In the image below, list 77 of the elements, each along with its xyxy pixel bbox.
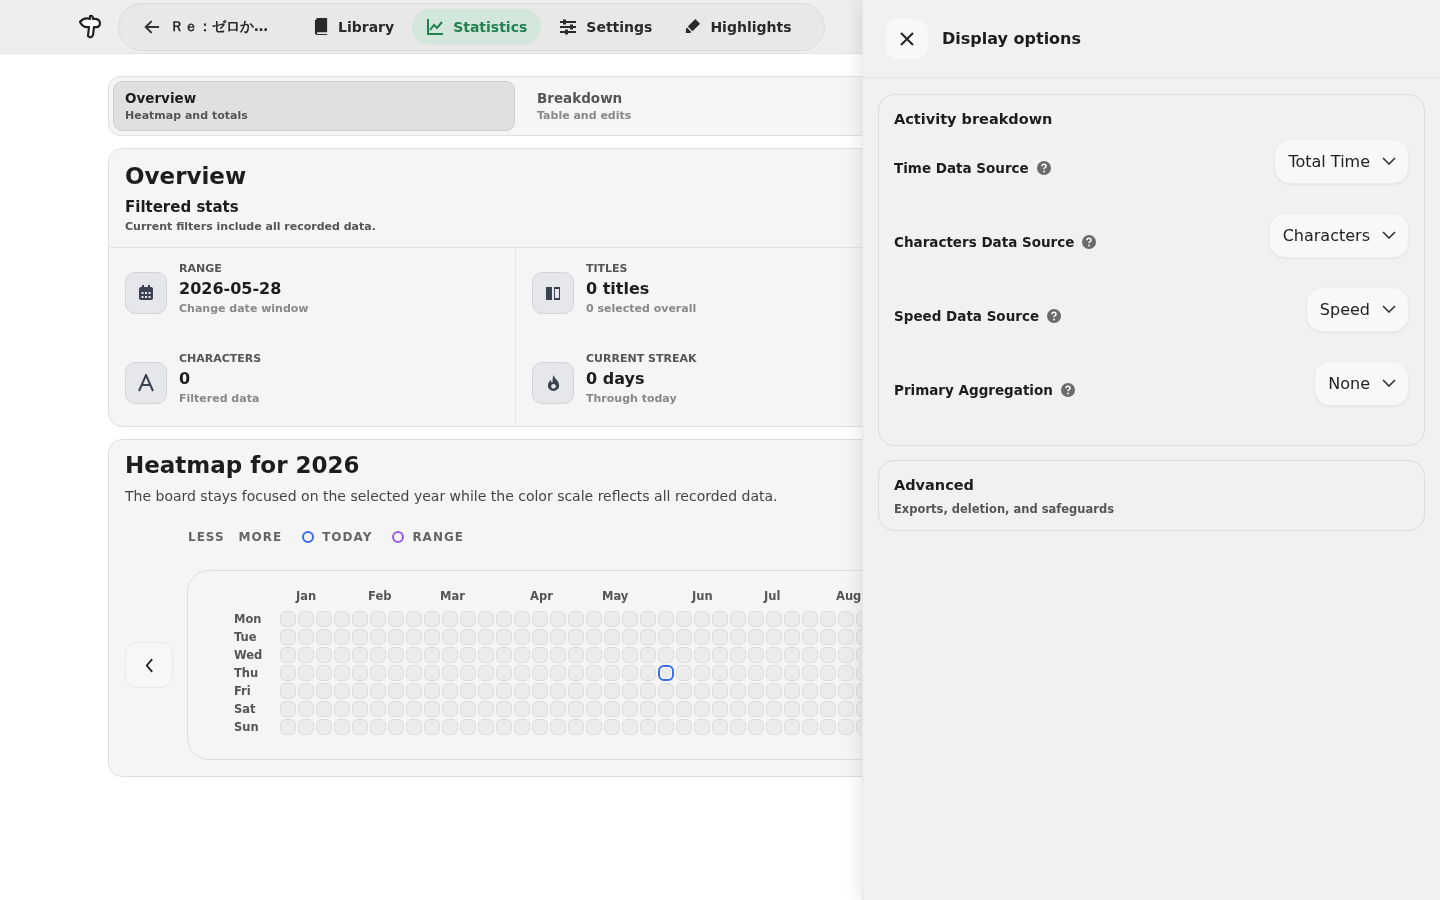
open-book-icon: [545, 285, 561, 301]
letter-a-icon: [137, 374, 155, 392]
chevron-down-icon: [1382, 379, 1396, 387]
view-tab[interactable]: Overview Heatmap and totals: [113, 81, 515, 131]
stat-value: 2026-05-28: [179, 279, 283, 298]
help-icon[interactable]: [1082, 235, 1097, 249]
help-icon[interactable]: [1036, 161, 1051, 175]
back-button[interactable]: Ｒｅ：ゼロか…: [129, 8, 282, 45]
overview-title: Overview: [125, 163, 248, 189]
month-label: Jun: [692, 589, 714, 605]
calendar-icon: [138, 285, 154, 301]
chevron-down-icon: [1382, 157, 1396, 165]
weekday-label: Wed: [234, 647, 264, 663]
legend-label: RANGE: [412, 530, 464, 544]
line-chart-icon: [426, 17, 445, 36]
month-label: Feb: [368, 589, 393, 605]
legend-label: MORE: [238, 530, 283, 544]
weekday-label: Tue: [234, 629, 258, 645]
nav-tab[interactable]: Settings: [545, 9, 667, 44]
chevron-down-icon: [1382, 305, 1396, 313]
weekday-label: Thu: [234, 665, 260, 681]
section-subtitle: Exports, deletion, and safeguards: [894, 502, 1115, 516]
month-label: Aug: [836, 589, 862, 605]
logo-icon[interactable]: [76, 12, 104, 41]
option-label: Primary Aggregation: [894, 382, 1053, 398]
month-label: Jul: [764, 589, 782, 605]
filter-note: Current filters include all recorded data.: [125, 220, 377, 233]
heatmap-title: Heatmap for 2026: [125, 452, 361, 478]
nav-tab[interactable]: Highlights: [670, 9, 806, 44]
chevron-left-icon: [144, 657, 154, 673]
weekday-label: Mon: [234, 611, 263, 627]
month-label: Apr: [530, 589, 554, 605]
stat-label: TITLES: [586, 262, 629, 275]
stat-caption: 0 selected overall: [586, 302, 697, 315]
month-label: May: [602, 589, 630, 605]
nav-tab[interactable]: Statistics: [412, 8, 542, 45]
flame-icon: [545, 374, 561, 392]
stat-label: CURRENT STREAK: [586, 352, 697, 365]
section-title: Advanced: [894, 477, 975, 493]
book-icon: [314, 18, 329, 35]
legend-label: LESS: [188, 530, 225, 544]
month-label: Jan: [296, 589, 318, 605]
panel-title: Display options: [942, 29, 1081, 48]
stat-value: 0: [179, 369, 192, 388]
help-icon[interactable]: [1060, 383, 1075, 397]
stat-value: 0 titles: [586, 279, 651, 298]
month-label: Mar: [440, 589, 466, 605]
stat-caption: Change date window: [179, 302, 309, 315]
nav-tab[interactable]: Library: [300, 9, 409, 44]
weekday-label: Fri: [234, 683, 252, 699]
section-title: Activity breakdown: [894, 111, 1054, 127]
overview-subtitle: Filtered stats: [125, 198, 240, 216]
sliders-icon: [559, 18, 578, 35]
stat-label: RANGE: [179, 262, 223, 275]
option-dropdown[interactable]: None: [1314, 360, 1409, 406]
weekday-label: Sun: [234, 719, 260, 735]
previous-year-button[interactable]: [125, 642, 173, 688]
option-dropdown[interactable]: Total Time: [1274, 138, 1409, 184]
day-cell[interactable]: [658, 665, 674, 681]
chevron-down-icon: [1382, 231, 1396, 239]
stat-label: CHARACTERS: [179, 352, 262, 365]
view-tab[interactable]: Breakdown Table and edits: [525, 81, 862, 131]
option-label: Speed Data Source: [894, 308, 1040, 324]
option-dropdown[interactable]: Speed: [1305, 286, 1409, 332]
stat-caption: Through today: [586, 392, 678, 405]
pen-icon: [684, 18, 702, 35]
close-button[interactable]: [886, 18, 928, 59]
weekday-label: Sat: [234, 701, 257, 717]
heatmap-description: The board stays focused on the selected year while the color scale reflects all recorded data.: [125, 488, 779, 504]
option-label: Time Data Source: [894, 160, 1029, 176]
option-label: Characters Data Source: [894, 234, 1075, 250]
stat-value: 0 days: [586, 369, 646, 388]
stat-caption: Filtered data: [179, 392, 261, 405]
close-icon: [900, 31, 914, 46]
legend-label: TODAY: [322, 530, 373, 544]
help-icon[interactable]: [1047, 309, 1062, 323]
option-dropdown[interactable]: Characters: [1268, 212, 1409, 258]
